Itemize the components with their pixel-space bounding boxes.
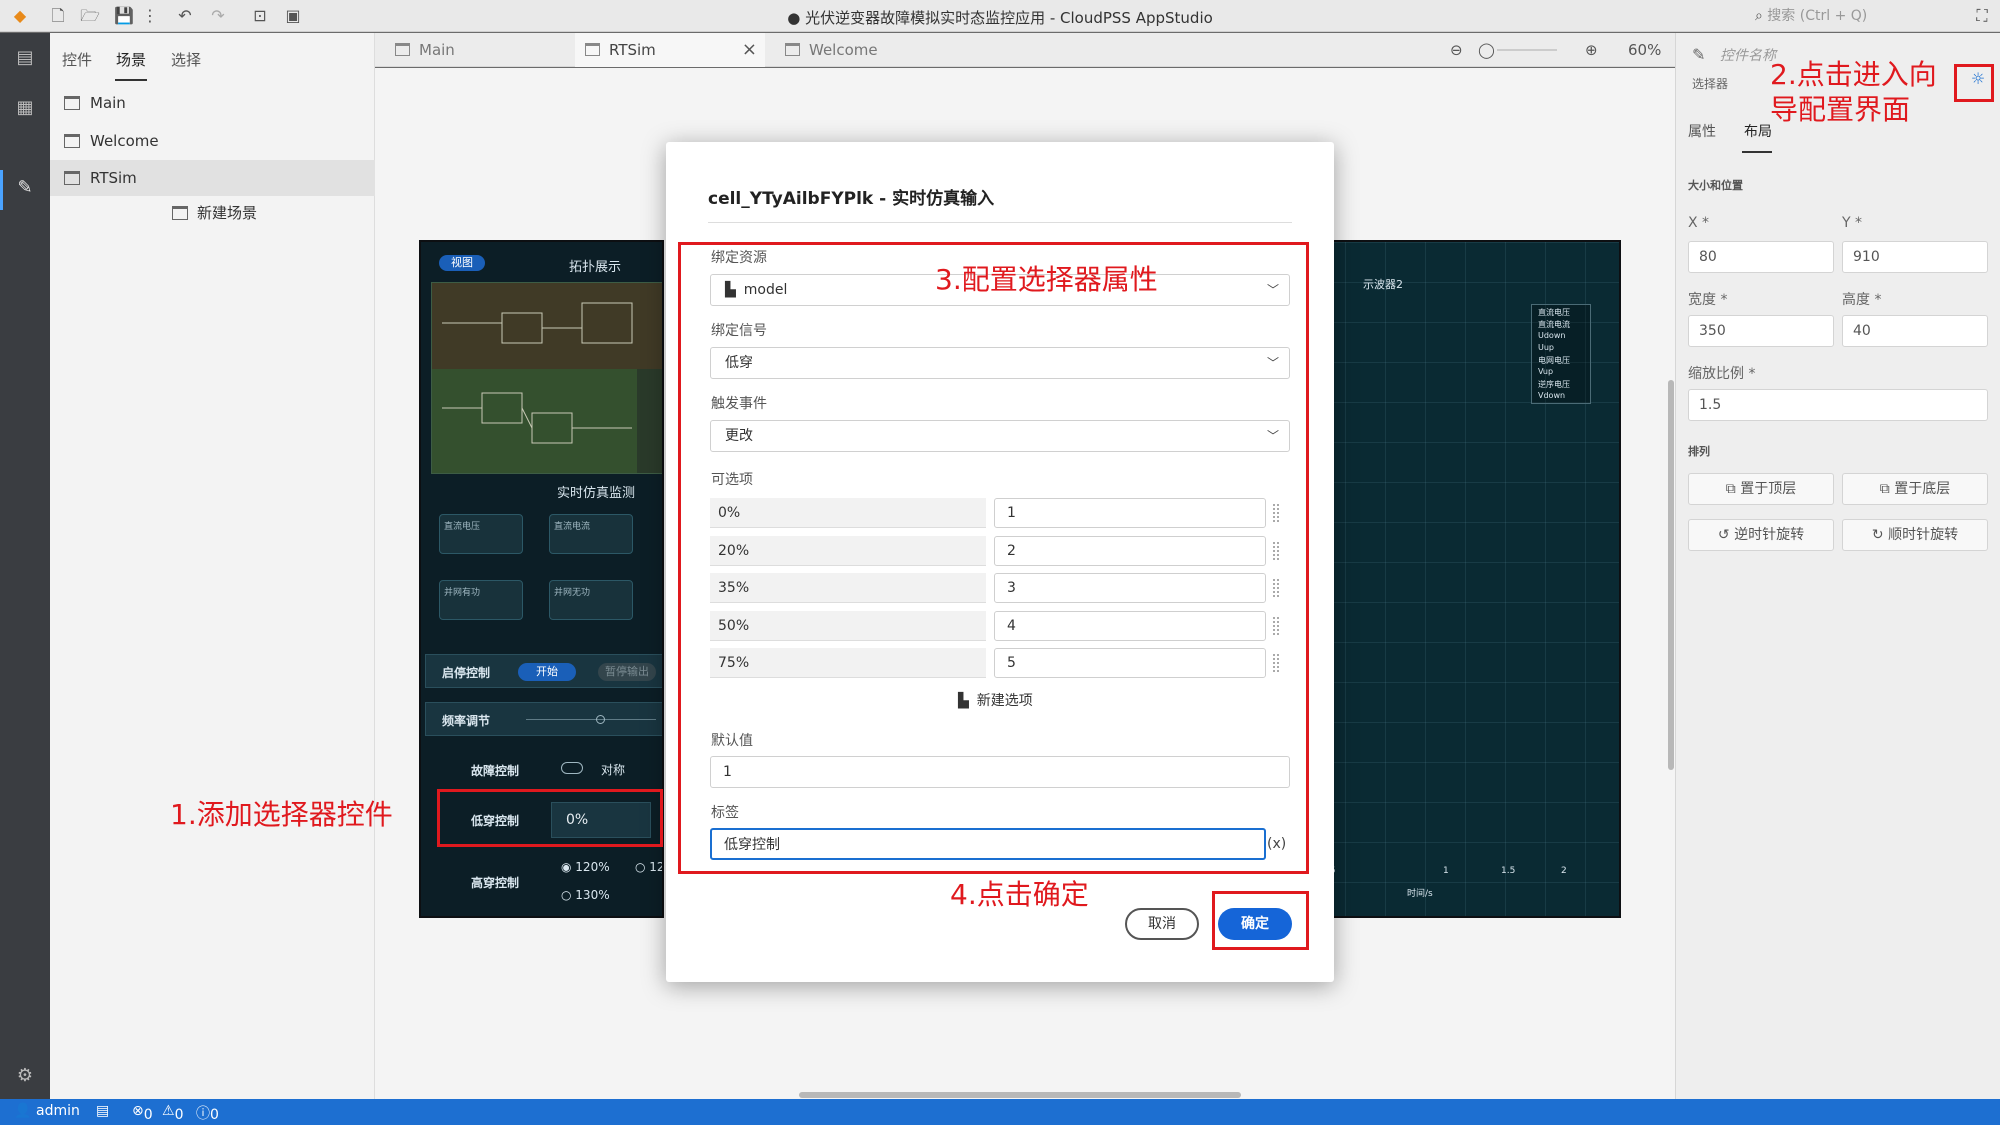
db-icon[interactable]: ▤ bbox=[96, 1103, 109, 1119]
cancel-button[interactable]: 取消 bbox=[1125, 908, 1199, 940]
annotation-step-1: 1.添加选择器控件 bbox=[170, 798, 393, 831]
info-icon[interactable]: ⓘ 0 bbox=[196, 1103, 219, 1123]
warning-icon[interactable]: ⚠ 0 bbox=[162, 1103, 183, 1123]
dialog-title: cell_YTyAilbFYPlk - 实时仿真输入 bbox=[708, 189, 995, 209]
user-icon: 👤 bbox=[14, 1103, 32, 1119]
annotation-step-2b: 导配置界面 bbox=[1770, 93, 1911, 126]
annotation-step-4: 4.点击确定 bbox=[950, 878, 1089, 911]
annotation-step-3: 3.配置选择器属性 bbox=[935, 263, 1158, 296]
user-name[interactable]: admin bbox=[36, 1103, 80, 1119]
annotation-step-2a: 2.点击进入向 bbox=[1770, 58, 1937, 91]
error-icon[interactable]: ⊗ 0 bbox=[132, 1103, 153, 1123]
annotation-box-selector-widget bbox=[437, 789, 663, 847]
status-bar: 👤 admin ▤ ⊗ 0 ⚠ 0 ⓘ 0 bbox=[0, 1099, 2000, 1125]
annotation-box-properties bbox=[678, 242, 1309, 874]
title-divider bbox=[708, 222, 1292, 223]
annotation-box-wizard bbox=[1954, 64, 1994, 102]
annotation-box-confirm bbox=[1212, 891, 1309, 950]
